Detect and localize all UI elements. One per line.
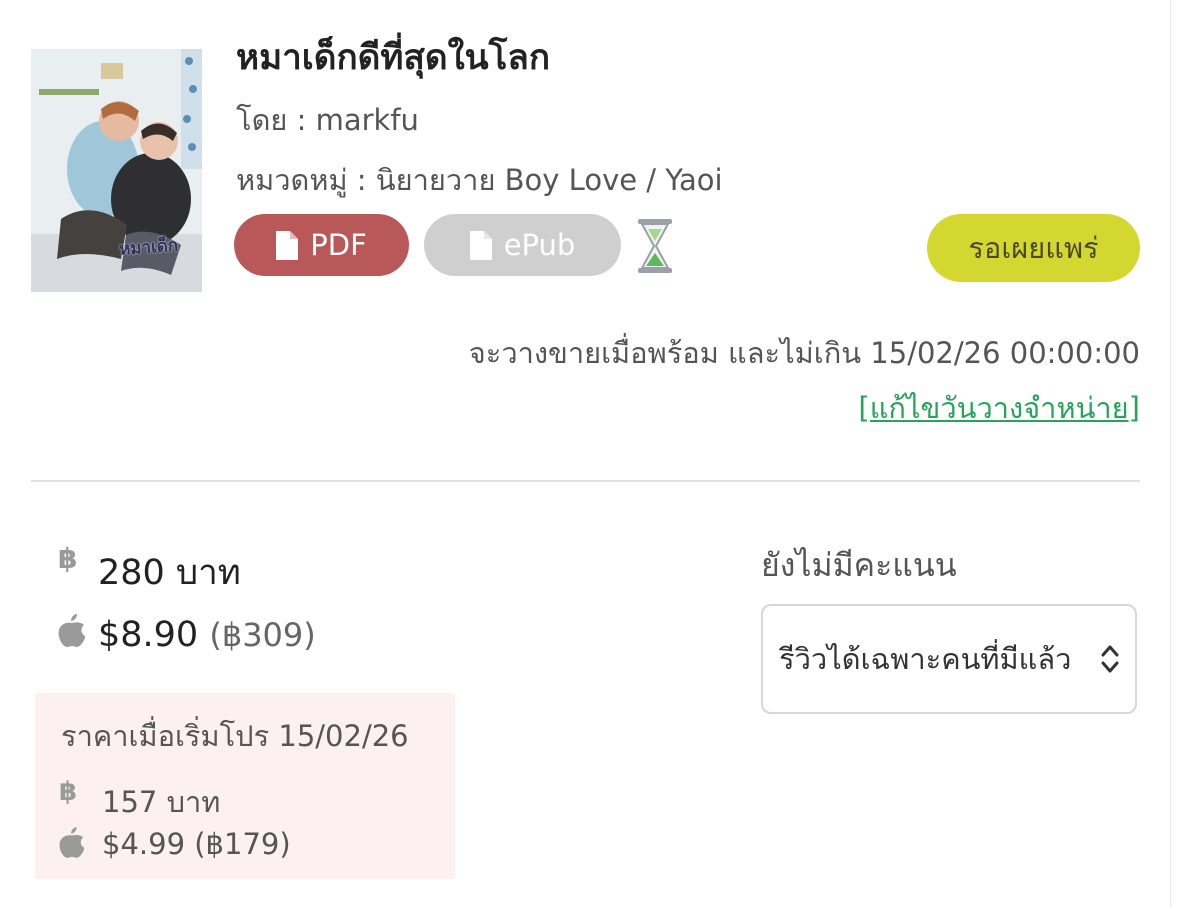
book-title[interactable]: หมาเด็กดีที่สุดในโลก — [236, 30, 550, 85]
apple-icon — [58, 614, 86, 647]
epub-label: ePub — [503, 228, 576, 262]
book-category[interactable]: หมวดหมู่ : นิยายวาย Boy Love / Yaoi — [236, 157, 723, 203]
baht-price: 280 บาท — [98, 553, 241, 593]
file-icon — [276, 230, 299, 260]
promo-baht-price: 157 บาท — [102, 785, 221, 819]
rating-status: ยังไม่มีคะแนน — [761, 546, 957, 584]
book-author[interactable]: โดย : markfu — [236, 97, 419, 143]
baht-icon: ฿ — [59, 777, 78, 807]
baht-icon: ฿ — [58, 542, 78, 575]
review-permission-select[interactable]: รีวิวได้เฉพาะคนที่มีแล้ว — [761, 604, 1137, 714]
usd-price: $8.90 (฿309) — [98, 615, 316, 655]
file-icon — [469, 230, 492, 260]
promo-usd-price: $4.99 (฿179) — [102, 827, 291, 861]
epub-format-button[interactable]: ePub — [424, 214, 621, 276]
hourglass-icon — [638, 219, 672, 273]
usd-price-value: $8.90 — [98, 615, 199, 655]
promo-title: ราคาเมื่อเริ่มโปร 15/02/26 — [61, 719, 409, 753]
pdf-format-button[interactable]: PDF — [234, 214, 409, 276]
cover-title-text: หมาเด็ก — [118, 235, 179, 260]
card-right-border — [1170, 0, 1171, 907]
status-badge: รอเผยแพร่ — [927, 214, 1140, 282]
usd-price-in-baht: (฿309) — [209, 616, 316, 654]
edit-release-date-link[interactable]: [แก้ไขวันวางจำหน่าย] — [858, 385, 1140, 431]
book-card: หมาเด็ก หมาเด็กดีที่สุดในโลก โดย : markf… — [0, 0, 1179, 907]
promo-price-box: ราคาเมื่อเริ่มโปร 15/02/26 ฿ 157 บาท $4.… — [35, 693, 455, 879]
chevron-up-down-icon — [1101, 645, 1119, 673]
release-date-note: จะวางขายเมื่อพร้อม และไม่เกิน 15/02/26 0… — [468, 336, 1140, 370]
pdf-label: PDF — [310, 228, 367, 262]
section-divider — [31, 480, 1140, 482]
review-select-value: รีวิวได้เฉพาะคนที่มีแล้ว — [779, 642, 1072, 676]
apple-icon — [59, 827, 85, 858]
book-cover-image[interactable]: หมาเด็ก — [31, 49, 202, 292]
